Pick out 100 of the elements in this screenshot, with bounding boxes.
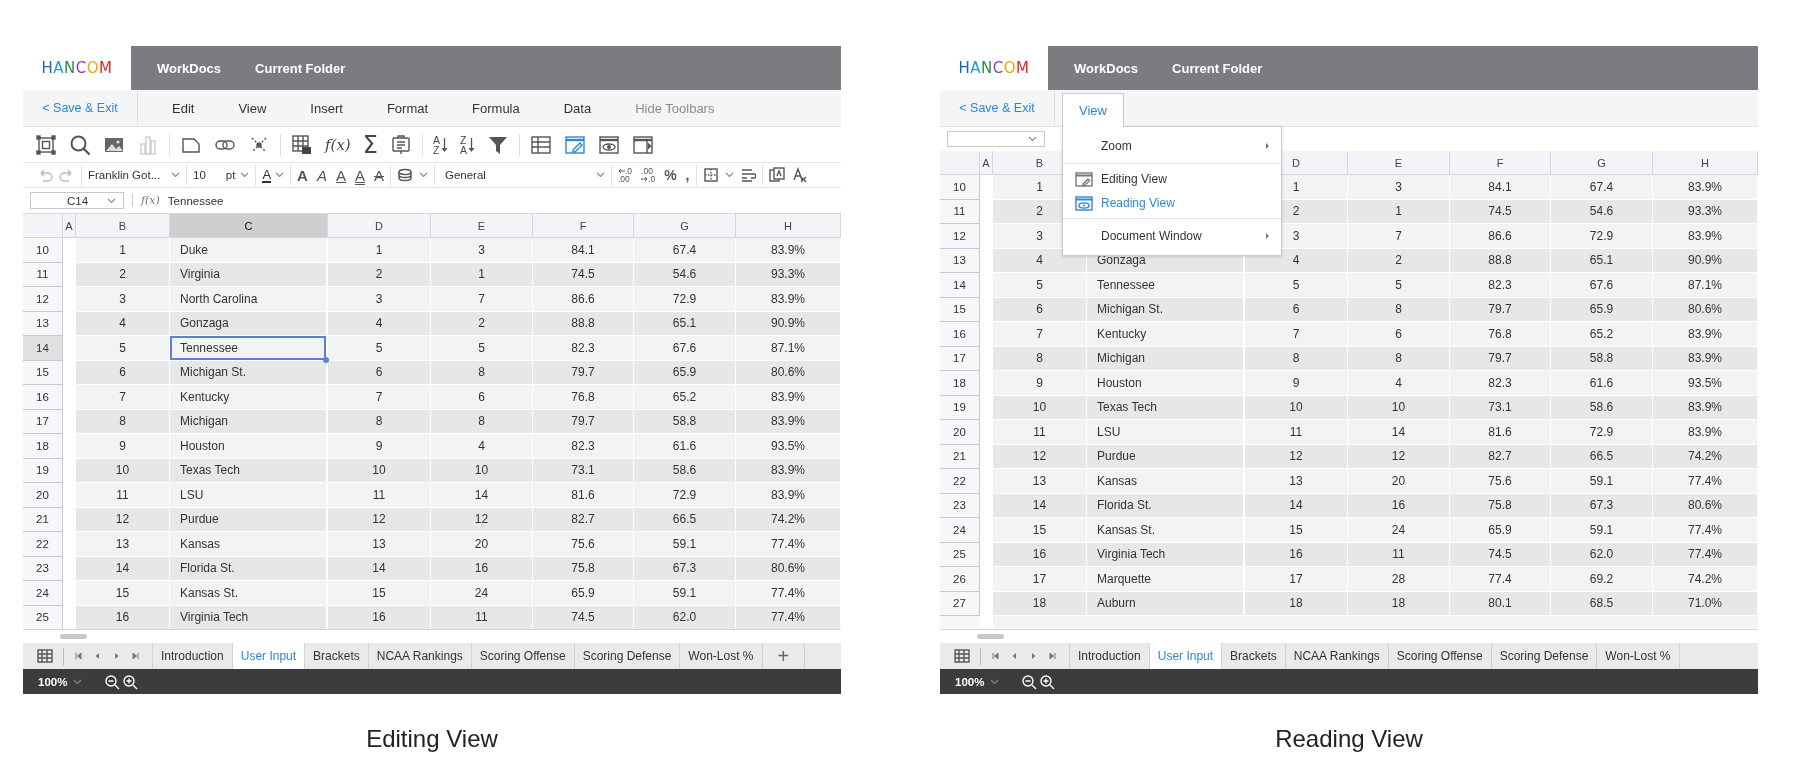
save-exit-link[interactable]: < Save & Exit bbox=[23, 90, 138, 126]
column-header[interactable]: A bbox=[63, 214, 76, 238]
percent-button[interactable]: % bbox=[664, 167, 677, 183]
row-header[interactable]: 24 bbox=[23, 581, 63, 606]
unit-select[interactable]: pt bbox=[225, 169, 250, 181]
menu-item[interactable]: Data bbox=[543, 90, 612, 126]
menu-item[interactable]: Format bbox=[366, 90, 449, 126]
row-header[interactable]: 23 bbox=[23, 556, 63, 581]
text-box-icon[interactable] bbox=[768, 167, 785, 183]
menu-item[interactable]: Insert bbox=[290, 90, 363, 126]
column-header[interactable]: G bbox=[1551, 151, 1653, 175]
nav-link[interactable]: Current Folder bbox=[255, 60, 346, 76]
scrollbar-thumb[interactable] bbox=[977, 634, 1004, 639]
grid-icon[interactable] bbox=[529, 133, 552, 156]
editing-view-icon[interactable] bbox=[1075, 170, 1093, 188]
column-header[interactable]: H bbox=[736, 214, 841, 238]
clipboard-icon[interactable] bbox=[389, 133, 412, 156]
row-header[interactable]: 24 bbox=[940, 518, 980, 543]
column-header[interactable]: D bbox=[328, 214, 431, 238]
row-header[interactable]: 22 bbox=[940, 469, 980, 494]
row-header[interactable]: 16 bbox=[940, 322, 980, 347]
row-header[interactable]: 21 bbox=[23, 507, 63, 532]
row-header[interactable]: 19 bbox=[23, 458, 63, 483]
row-header[interactable]: 12 bbox=[23, 287, 63, 312]
column-header[interactable]: E bbox=[431, 214, 533, 238]
sort-descending-button[interactable]: Z A bbox=[459, 134, 475, 155]
zoom-select[interactable]: 100% bbox=[955, 675, 1000, 688]
column-header[interactable]: F bbox=[533, 214, 634, 238]
zoom-in-icon[interactable] bbox=[1039, 673, 1056, 690]
menu-item[interactable]: Edit bbox=[152, 90, 215, 126]
zoom-select[interactable]: 100% bbox=[38, 675, 83, 688]
underline-button[interactable]: A bbox=[335, 166, 346, 184]
row-header[interactable]: 11 bbox=[23, 262, 63, 287]
save-exit-link[interactable]: < Save & Exit bbox=[940, 90, 1055, 126]
name-box[interactable]: C14 bbox=[30, 192, 124, 209]
zoom-out-icon[interactable] bbox=[104, 673, 121, 690]
row-header[interactable]: 17 bbox=[23, 409, 63, 434]
last-sheet-icon[interactable] bbox=[1048, 651, 1057, 661]
sheet-tab[interactable]: User Input bbox=[1148, 643, 1222, 669]
column-header[interactable]: G bbox=[634, 214, 736, 238]
row-header[interactable]: 10 bbox=[23, 238, 63, 263]
row-header[interactable]: 18 bbox=[23, 434, 63, 459]
row-header[interactable]: 15 bbox=[940, 297, 980, 322]
select-frame-icon[interactable] bbox=[35, 133, 57, 156]
function-button[interactable]: f(x) bbox=[325, 133, 351, 156]
next-sheet-icon[interactable] bbox=[1029, 651, 1038, 661]
clear-format-icon[interactable] bbox=[790, 167, 807, 183]
row-header[interactable]: 14 bbox=[23, 336, 63, 361]
column-header[interactable]: C bbox=[170, 214, 328, 238]
row-header[interactable]: 22 bbox=[23, 532, 63, 557]
submenu-arrow-icon[interactable] bbox=[1265, 142, 1271, 150]
editing-view-icon[interactable] bbox=[563, 133, 586, 156]
sort-ascending-button[interactable]: A Z bbox=[432, 134, 448, 155]
side-panel-icon[interactable] bbox=[631, 133, 654, 156]
strike-button[interactable]: A bbox=[373, 166, 384, 184]
menu-item[interactable]: Formula bbox=[452, 90, 540, 126]
column-header[interactable]: E bbox=[1348, 151, 1450, 175]
next-sheet-icon[interactable] bbox=[112, 651, 121, 661]
reading-view-icon[interactable] bbox=[597, 133, 620, 156]
row-header[interactable]: 17 bbox=[940, 346, 980, 371]
row-header[interactable]: 13 bbox=[23, 311, 63, 336]
row-header[interactable]: 10 bbox=[940, 175, 980, 200]
sheet-tab[interactable]: User Input bbox=[231, 643, 305, 669]
row-header[interactable]: 23 bbox=[940, 493, 980, 518]
decrease-decimal-button[interactable]: .00 .0 bbox=[641, 166, 656, 184]
zoom-out-icon[interactable] bbox=[1021, 673, 1038, 690]
number-format-select[interactable]: General bbox=[440, 169, 605, 181]
font-color-button[interactable]: A bbox=[262, 167, 285, 183]
table-insert-icon[interactable] bbox=[291, 133, 313, 156]
previous-sheet-icon[interactable] bbox=[1010, 651, 1019, 661]
row-header[interactable]: 16 bbox=[23, 385, 63, 410]
font-size-field[interactable]: 10 bbox=[193, 169, 206, 181]
fill-icon[interactable] bbox=[396, 167, 413, 183]
double-button[interactable]: A bbox=[354, 166, 365, 184]
increase-decimal-button[interactable]: .0 .00 bbox=[617, 166, 633, 184]
column-header[interactable]: F bbox=[1450, 151, 1551, 175]
row-header[interactable]: 14 bbox=[940, 273, 980, 298]
wrap-text-icon[interactable] bbox=[739, 167, 756, 183]
row-header[interactable]: 25 bbox=[23, 605, 63, 629]
row-header[interactable]: 21 bbox=[940, 444, 980, 469]
column-header[interactable]: B bbox=[76, 214, 170, 238]
first-sheet-icon[interactable] bbox=[991, 651, 1000, 661]
row-header[interactable]: 19 bbox=[940, 395, 980, 420]
row-header[interactable]: 11 bbox=[940, 199, 980, 224]
row-header[interactable]: 26 bbox=[940, 567, 980, 592]
nav-link[interactable]: WorkDocs bbox=[1074, 60, 1139, 76]
formula-field[interactable]: Tennessee bbox=[167, 194, 224, 207]
row-header[interactable]: 13 bbox=[940, 248, 980, 273]
menu-item[interactable]: View bbox=[218, 90, 287, 126]
sheet-list-icon[interactable] bbox=[954, 648, 970, 664]
sum-button[interactable]: Σ bbox=[362, 133, 378, 156]
nav-link[interactable]: WorkDocs bbox=[157, 60, 222, 76]
column-header[interactable]: H bbox=[1653, 151, 1758, 175]
row-header[interactable]: 20 bbox=[940, 420, 980, 445]
first-sheet-icon[interactable] bbox=[74, 651, 83, 661]
row-header[interactable]: 18 bbox=[940, 371, 980, 396]
font-select[interactable]: Franklin Got... bbox=[88, 169, 180, 181]
reading-view-icon[interactable] bbox=[1075, 194, 1093, 212]
row-header[interactable]: 25 bbox=[940, 542, 980, 567]
sheet-list-icon[interactable] bbox=[37, 648, 53, 664]
